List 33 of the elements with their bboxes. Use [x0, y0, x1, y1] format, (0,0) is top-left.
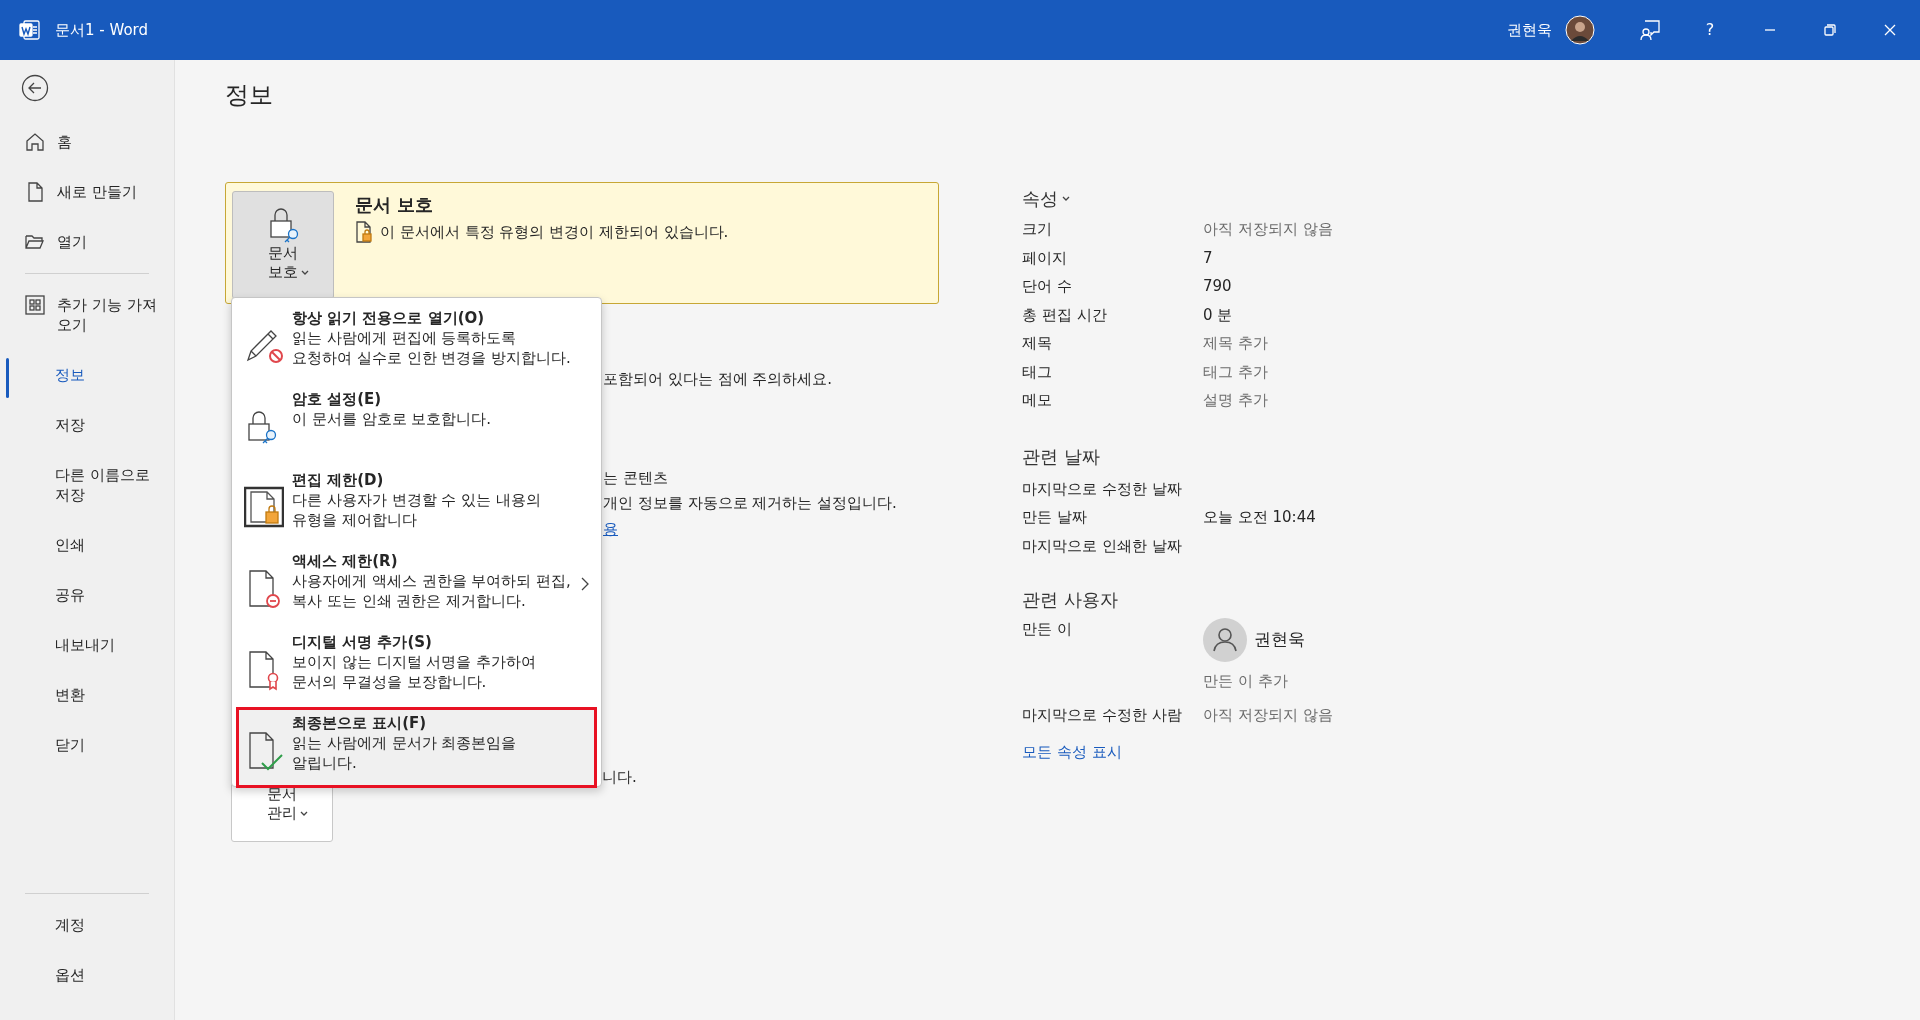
- property-label: 마지막으로 수정한 사람: [1022, 704, 1183, 726]
- property-value: 태그 추가: [1203, 361, 1268, 383]
- property-value: 7: [1203, 247, 1213, 269]
- info-text: 개인 정보를 자동으로 제거하는 설정입니다.: [603, 493, 898, 513]
- property-label: 크기: [1022, 219, 1053, 240]
- property-label: 총 편집 시간: [1022, 304, 1108, 326]
- property-value: 아직 저장되지 않음: [1203, 219, 1333, 240]
- info-text: 니다.: [602, 767, 637, 787]
- property-value: 0 분: [1203, 304, 1233, 326]
- property-label: 만든 이: [1022, 619, 1073, 640]
- user-name: 권현욱: [1507, 19, 1552, 41]
- property-value: 아직 저장되지 않음: [1203, 704, 1333, 726]
- page-heading: 정보: [225, 80, 274, 111]
- property-label: 태그: [1022, 361, 1053, 383]
- property-label: 메모: [1022, 390, 1053, 411]
- panel-title: 문서 보호: [355, 193, 435, 217]
- property-label: 제목: [1022, 333, 1053, 354]
- panel-message: 이 문서에서 특정 유형의 변경이 제한되어 있습니다.: [380, 221, 729, 243]
- property-label: 단어 수: [1022, 276, 1073, 297]
- property-value: 790: [1203, 276, 1232, 297]
- property-label: 마지막으로 수정한 날짜: [1022, 478, 1183, 500]
- author-name: 권현욱: [1254, 628, 1305, 652]
- info-text: 포함되어 있다는 점에 주의하세요.: [603, 369, 834, 389]
- property-label: 페이지: [1022, 247, 1068, 269]
- info-text: 는 콘텐츠: [603, 468, 669, 488]
- property-value: 오늘 오전 10:44: [1203, 507, 1316, 528]
- section-heading: 관련 사용자: [1022, 588, 1119, 612]
- property-label: 만든 날짜: [1022, 507, 1088, 528]
- property-value: 제목 추가: [1203, 333, 1268, 354]
- window-title: 문서1 - Word: [55, 19, 149, 41]
- section-heading: 관련 날짜: [1022, 444, 1101, 469]
- property-value: 설명 추가: [1203, 390, 1268, 411]
- property-label: 마지막으로 인쇄한 날짜: [1022, 535, 1183, 557]
